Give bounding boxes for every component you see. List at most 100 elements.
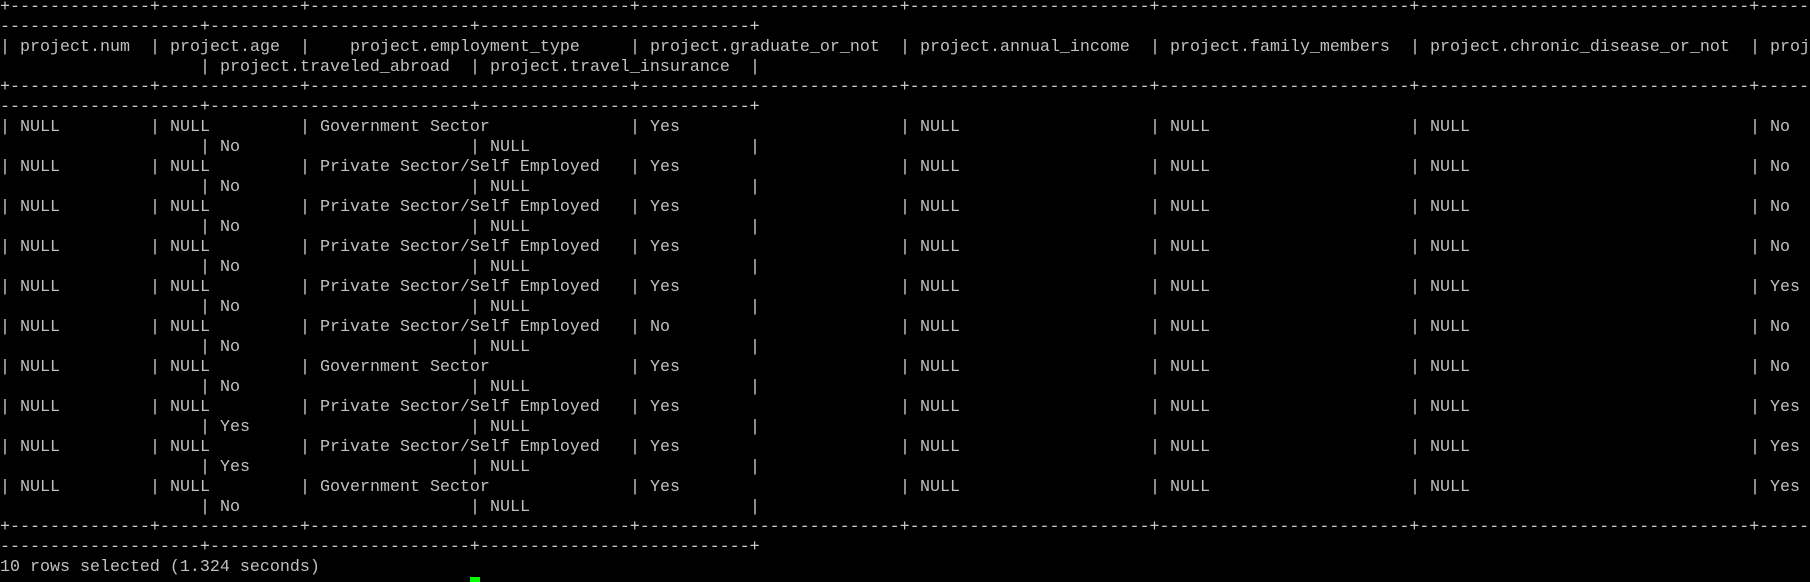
table-cell: NULL bbox=[1430, 158, 1470, 177]
column-separator: | bbox=[630, 478, 640, 497]
column-separator: | bbox=[0, 318, 10, 337]
column-separator: | bbox=[300, 438, 310, 457]
table-cell: Yes bbox=[1770, 398, 1800, 417]
table-cell: NULL bbox=[490, 178, 530, 197]
table-border: +--------------+--------------+---------… bbox=[0, 0, 1810, 17]
column-separator: | bbox=[1150, 358, 1160, 377]
table-cell: Yes bbox=[650, 438, 680, 457]
table-cell: NULL bbox=[1170, 118, 1210, 137]
column-separator: | bbox=[630, 158, 640, 177]
table-cell: No bbox=[220, 258, 240, 277]
table-cell: NULL bbox=[1430, 478, 1470, 497]
table-cell: Private Sector/Self Employed bbox=[320, 318, 600, 337]
table-cell: Yes bbox=[220, 418, 250, 437]
table-cell: NULL bbox=[920, 278, 960, 297]
column-separator: | bbox=[150, 118, 160, 137]
column-separator: | bbox=[0, 118, 10, 137]
column-separator: | bbox=[150, 438, 160, 457]
column-separator: | bbox=[750, 458, 760, 477]
column-separator: | bbox=[1750, 118, 1760, 137]
table-cell: No bbox=[220, 498, 240, 517]
column-separator: | bbox=[300, 278, 310, 297]
column-separator: | bbox=[750, 258, 760, 277]
table-cell: Yes bbox=[650, 158, 680, 177]
column-separator: | bbox=[200, 298, 210, 317]
column-separator: | bbox=[1410, 118, 1420, 137]
column-separator: | bbox=[200, 498, 210, 517]
column-separator: | bbox=[200, 258, 210, 277]
column-separator: | bbox=[470, 218, 480, 237]
column-header-annual-income: project.annual_income bbox=[920, 38, 1130, 57]
table-cell: No bbox=[220, 298, 240, 317]
table-cell: NULL bbox=[1170, 358, 1210, 377]
column-separator: | bbox=[150, 38, 160, 57]
column-separator: | bbox=[900, 118, 910, 137]
table-cell: NULL bbox=[1170, 158, 1210, 177]
table-cell: NULL bbox=[170, 278, 210, 297]
table-cell: NULL bbox=[920, 358, 960, 377]
column-separator: | bbox=[150, 398, 160, 417]
table-border: +--------------+--------------+---------… bbox=[0, 518, 1810, 537]
table-cell: NULL bbox=[20, 158, 60, 177]
table-cell: NULL bbox=[20, 278, 60, 297]
table-cell: NULL bbox=[20, 478, 60, 497]
table-cell: NULL bbox=[170, 158, 210, 177]
column-separator: | bbox=[1750, 158, 1760, 177]
column-separator: | bbox=[0, 38, 10, 57]
table-cell: NULL bbox=[20, 198, 60, 217]
table-cell: NULL bbox=[920, 398, 960, 417]
terminal-window[interactable]: +--------------+--------------+---------… bbox=[0, 0, 1810, 582]
column-separator: | bbox=[0, 438, 10, 457]
column-separator: | bbox=[0, 398, 10, 417]
column-separator: | bbox=[750, 58, 760, 77]
column-separator: | bbox=[900, 158, 910, 177]
column-separator: | bbox=[1750, 398, 1760, 417]
column-header-employment-type: project.employment_type bbox=[350, 38, 580, 57]
table-border: --------------------+-------------------… bbox=[0, 538, 760, 557]
table-cell: NULL bbox=[490, 338, 530, 357]
column-separator: | bbox=[1410, 438, 1420, 457]
column-separator: | bbox=[1750, 438, 1760, 457]
column-separator: | bbox=[630, 198, 640, 217]
column-separator: | bbox=[200, 58, 210, 77]
column-separator: | bbox=[300, 318, 310, 337]
table-cell: NULL bbox=[490, 258, 530, 277]
column-separator: | bbox=[1150, 438, 1160, 457]
table-cell: Yes bbox=[650, 198, 680, 217]
column-separator: | bbox=[1410, 238, 1420, 257]
table-cell: NULL bbox=[20, 238, 60, 257]
column-separator: | bbox=[750, 178, 760, 197]
column-separator: | bbox=[150, 238, 160, 257]
table-cell: NULL bbox=[920, 438, 960, 457]
column-separator: | bbox=[200, 378, 210, 397]
column-separator: | bbox=[300, 198, 310, 217]
column-separator: | bbox=[1150, 478, 1160, 497]
table-cell: NULL bbox=[490, 498, 530, 517]
column-separator: | bbox=[470, 178, 480, 197]
column-separator: | bbox=[900, 318, 910, 337]
table-cell: Private Sector/Self Employed bbox=[320, 158, 600, 177]
table-cell: No bbox=[220, 338, 240, 357]
table-cell: NULL bbox=[170, 478, 210, 497]
table-cell: No bbox=[220, 218, 240, 237]
column-separator: | bbox=[470, 298, 480, 317]
table-cell: Yes bbox=[650, 478, 680, 497]
column-separator: | bbox=[750, 138, 760, 157]
column-separator: | bbox=[1150, 38, 1160, 57]
table-cell: Private Sector/Self Employed bbox=[320, 438, 600, 457]
column-separator: | bbox=[0, 478, 10, 497]
table-cell: No bbox=[1770, 198, 1790, 217]
table-cell: NULL bbox=[170, 438, 210, 457]
table-cell: NULL bbox=[1430, 358, 1470, 377]
column-separator: | bbox=[1410, 198, 1420, 217]
column-separator: | bbox=[300, 478, 310, 497]
column-separator: | bbox=[1410, 358, 1420, 377]
table-border: +--------------+--------------+---------… bbox=[0, 78, 1810, 97]
column-separator: | bbox=[1410, 478, 1420, 497]
column-separator: | bbox=[1750, 278, 1760, 297]
column-separator: | bbox=[750, 298, 760, 317]
table-cell: Government Sector bbox=[320, 358, 490, 377]
column-separator: | bbox=[1150, 238, 1160, 257]
table-cell: NULL bbox=[1430, 118, 1470, 137]
table-cell: NULL bbox=[170, 238, 210, 257]
